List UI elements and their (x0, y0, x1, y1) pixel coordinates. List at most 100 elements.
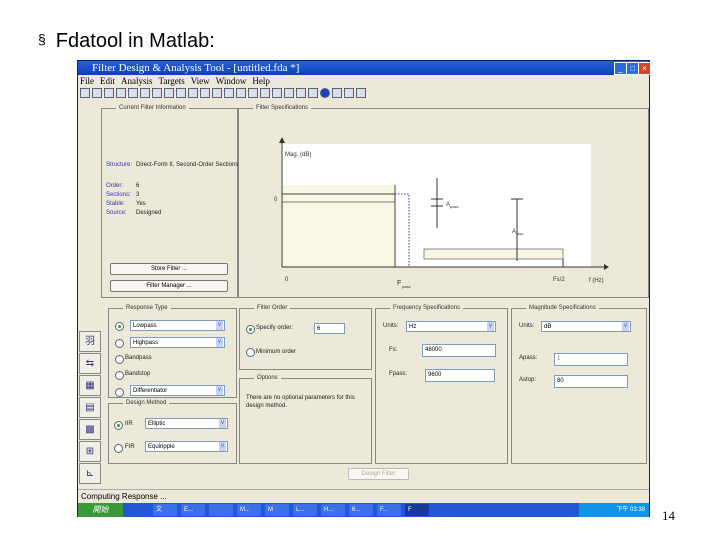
taskbar-item[interactable] (209, 504, 233, 516)
specify-order-radio[interactable] (246, 325, 255, 334)
astop-input[interactable]: 80 (554, 375, 628, 388)
menu-targets[interactable]: Targets (159, 76, 185, 86)
phase-icon[interactable] (224, 88, 234, 98)
differentiator-select[interactable]: Differentiator (130, 385, 225, 396)
pole-zero-side-icon[interactable]: ▤ (79, 397, 101, 418)
highpass-select[interactable]: Highpass (130, 337, 225, 348)
fpass-input[interactable]: 9600 (425, 369, 495, 382)
order-input[interactable]: 6 (314, 323, 345, 334)
iir-label: IIR (125, 421, 133, 427)
group-delay-icon[interactable] (248, 88, 258, 98)
stable-value: Yes (136, 201, 146, 207)
toolbar (80, 88, 366, 99)
pan-icon[interactable] (140, 88, 150, 98)
menu-file[interactable]: File (80, 76, 94, 86)
noise-icon[interactable] (344, 88, 354, 98)
iir-radio[interactable] (114, 421, 123, 430)
freq-units-select[interactable]: Hz (406, 321, 496, 332)
open-icon[interactable] (92, 88, 102, 98)
taskbar: 開始 文 E... M... M L... H... 6... F... F 下… (78, 503, 649, 517)
filter-spec-diagram: Mag. (dB) 0 0 F pass A pass A stop Fs/2 … (274, 137, 609, 289)
taskbar-item[interactable]: E... (181, 504, 205, 516)
taskbar-item[interactable]: M (265, 504, 289, 516)
menu-window[interactable]: Window (216, 76, 247, 86)
lowpass-select[interactable]: Lowpass (130, 320, 225, 331)
print-icon[interactable] (116, 88, 126, 98)
specs-icon[interactable] (200, 88, 210, 98)
filter-manager-button[interactable]: Filter Manager ... (110, 280, 228, 292)
minimum-order-radio[interactable] (246, 348, 255, 357)
bandstop-label: Bandstop (125, 371, 151, 377)
taskbar-item[interactable]: L... (293, 504, 317, 516)
bullet: § (38, 31, 46, 47)
save-icon[interactable] (104, 88, 114, 98)
round-off-icon[interactable] (332, 88, 342, 98)
multirate-side-icon[interactable]: ⊾ (79, 463, 101, 484)
lowpass-radio[interactable] (115, 322, 124, 331)
status-bar: Computing Response ... (78, 489, 649, 503)
page-number: 14 (662, 508, 675, 523)
zoom-in-icon[interactable] (152, 88, 162, 98)
impulse-icon[interactable] (272, 88, 282, 98)
bandpass-radio[interactable] (115, 355, 124, 364)
import-side-icon[interactable]: ▦ (79, 375, 101, 396)
phase-delay-icon[interactable] (260, 88, 270, 98)
realize-side-icon[interactable]: ▩ (79, 419, 101, 440)
design-filter-side-icon[interactable]: 羽 (79, 331, 101, 352)
taskbar-item[interactable]: 6... (349, 504, 373, 516)
close-button[interactable]: × (638, 62, 651, 75)
new-figure-icon[interactable] (188, 88, 198, 98)
apass-subscript: pass (450, 204, 458, 209)
menu-view[interactable]: View (191, 76, 210, 86)
info-icon[interactable] (320, 88, 330, 98)
menu-analysis[interactable]: Analysis (121, 76, 153, 86)
bandpass-label: Bandpass (125, 355, 152, 361)
menu-edit[interactable]: Edit (100, 76, 115, 86)
fir-label: FIR (125, 444, 135, 450)
magnitude-icon[interactable] (212, 88, 222, 98)
pole-zero-icon[interactable] (296, 88, 306, 98)
transform-side-icon[interactable]: ⇆ (79, 353, 101, 374)
start-button[interactable]: 開始 (78, 503, 123, 517)
step-icon[interactable] (284, 88, 294, 98)
bandstop-radio[interactable] (115, 371, 124, 380)
highpass-radio[interactable] (115, 339, 124, 348)
taskbar-item[interactable]: H... (321, 504, 345, 516)
taskbar-item-active[interactable]: F (405, 504, 429, 516)
whats-this-icon[interactable] (356, 88, 366, 98)
clock: 下午 03:38 (616, 507, 645, 513)
title-bar: Filter Design & Analysis Tool - [untitle… (78, 61, 649, 75)
mag-units-select[interactable]: dB (541, 321, 631, 332)
new-icon[interactable] (80, 88, 90, 98)
fpass-label: Fpass: (389, 371, 408, 377)
fir-radio[interactable] (114, 444, 123, 453)
astop-subscript: stop (516, 231, 524, 236)
store-filter-button[interactable]: Store Filter ... (110, 263, 228, 275)
apass-input[interactable]: 1 (554, 353, 628, 366)
fir-method-select[interactable]: Equiripple (145, 441, 228, 452)
coefficients-icon[interactable] (308, 88, 318, 98)
quantize-side-icon[interactable]: ⊞ (79, 441, 101, 462)
zoom-out-icon[interactable] (164, 88, 174, 98)
panel-legend: Frequency Specifications (393, 305, 461, 311)
design-method-panel: Design Method (108, 400, 237, 464)
differentiator-radio[interactable] (115, 388, 124, 397)
fs-label: Fs: (389, 347, 398, 353)
taskbar-item[interactable]: F... (377, 504, 401, 516)
design-filter-button[interactable]: Design Filter (348, 468, 409, 480)
iir-method-select[interactable]: Elliptic (145, 418, 228, 429)
freq-units-label: Units: (383, 323, 399, 329)
menu-bar: File Edit Analysis Targets View Window Help (80, 76, 276, 86)
fs-input[interactable]: 48000 (422, 344, 496, 357)
taskbar-item[interactable]: 文 (153, 504, 177, 516)
apass-label: Apass: (519, 355, 538, 361)
full-view-icon[interactable] (176, 88, 186, 98)
options-panel: Options (239, 375, 372, 464)
print-preview-icon[interactable] (128, 88, 138, 98)
taskbar-item[interactable]: M... (237, 504, 261, 516)
mag-phase-icon[interactable] (236, 88, 246, 98)
menu-help[interactable]: Help (252, 76, 270, 86)
window-title: Filter Design & Analysis Tool - [untitle… (92, 62, 300, 74)
stopband-region (423, 248, 564, 260)
sections-value: 3 (136, 192, 140, 198)
